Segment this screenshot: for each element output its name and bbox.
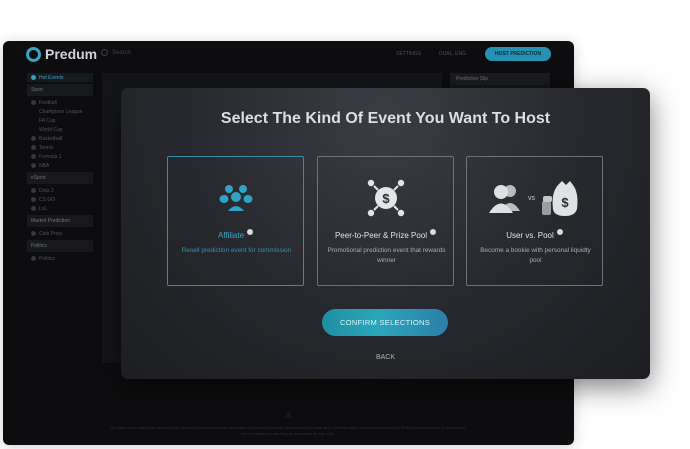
sidebar-item-label: Basketball — [39, 135, 63, 142]
option-title-text: Peer-to-Peer & Prize Pool — [334, 231, 428, 240]
sidebar-item-dota-2[interactable]: Dota 2 — [27, 186, 93, 195]
tennis-icon — [31, 145, 36, 150]
top-bar: Predum Search SETTINGS DUAL, ENG HOST PR… — [3, 41, 574, 69]
sidebar-item-formula-1[interactable]: Formula 1 — [27, 152, 93, 161]
search-icon — [101, 49, 108, 56]
sidebar-item-hot-events[interactable]: Hot Events — [27, 73, 93, 82]
sidebar-item-label: LoL — [39, 205, 48, 212]
nba-icon — [31, 163, 36, 168]
info-icon[interactable] — [430, 229, 437, 235]
sidebar-heading-politics: Politics — [27, 240, 93, 252]
confirm-selections-button[interactable]: CONFIRM SELECTIONS — [322, 309, 448, 336]
warning-icon: ⚠ — [285, 411, 293, 420]
users-icon — [489, 185, 520, 213]
sidebar-item-champions-league[interactable]: Champions League — [27, 107, 93, 116]
option-title: Affiliate — [168, 229, 303, 240]
sidebar-item-politics[interactable]: Politics — [27, 254, 93, 263]
sidebar-item-world-cup[interactable]: World Cup — [27, 125, 93, 134]
option-title-text: Affiliate — [217, 231, 245, 240]
sidebar-item-label: Formula 1 — [39, 153, 62, 160]
option-card-peer-to-peer[interactable]: $ Peer-to-Peer & Prize Pool Promotional … — [317, 156, 454, 286]
moneybag-icon: $ — [542, 181, 578, 216]
sidebar-item-label: Politics — [39, 255, 55, 262]
wallet-link[interactable]: DUAL, ENG — [439, 51, 466, 57]
option-title: User vs. Pool — [467, 229, 602, 240]
lol-icon — [31, 206, 36, 211]
sidebar-item-tennis[interactable]: Tennis — [27, 143, 93, 152]
sidebar-item-basketball[interactable]: Basketball — [27, 134, 93, 143]
sidebar-heading-sport: Sport — [27, 84, 93, 96]
logo[interactable]: Predum — [26, 46, 97, 62]
settings-link[interactable]: SETTINGS — [396, 51, 421, 57]
info-icon[interactable] — [556, 229, 563, 235]
logo-mark-icon — [26, 46, 41, 62]
search-input[interactable]: Search — [101, 49, 131, 56]
coin-network-icon: $ — [318, 177, 453, 219]
option-card-user-vs-pool[interactable]: vs $ User vs. Pool Become a bookie with … — [466, 156, 603, 286]
sidebar-item-football[interactable]: Football — [27, 98, 93, 107]
top-links: SETTINGS DUAL, ENG — [396, 51, 466, 57]
racing-icon — [31, 154, 36, 159]
sidebar-item-label: Football — [39, 99, 57, 106]
sidebar-item-fa-cup[interactable]: FA Cup — [27, 116, 93, 125]
footer-disclaimer: All bettors must confirm the wagering an… — [110, 426, 466, 436]
fire-icon — [31, 75, 36, 80]
option-description: Become a bookie with personal liquidty p… — [480, 247, 591, 264]
sidebar-item-coin-price[interactable]: Coin Price — [27, 229, 93, 238]
sidebar-item-label: CS:GO — [39, 196, 56, 203]
sidebar-heading-esport: eSport — [27, 172, 93, 184]
sidebar-item-label: Champions League — [39, 108, 83, 115]
modal-title: Select The Kind Of Event You Want To Hos… — [220, 110, 551, 127]
option-card-affiliate[interactable]: Affiliate Resell prediction event for co… — [167, 156, 304, 286]
chart-icon — [31, 231, 36, 236]
info-icon[interactable] — [247, 229, 254, 235]
sidebar-heading-market-prediction: Market Prediction — [27, 215, 93, 227]
host-prediction-button[interactable]: HOST PREDICTION — [485, 47, 551, 61]
sidebar-item-label: World Cup — [39, 126, 63, 133]
sidebar-item-csgo[interactable]: CS:GO — [27, 195, 93, 204]
option-title: Peer-to-Peer & Prize Pool — [318, 229, 453, 240]
football-icon — [31, 100, 36, 105]
basketball-icon — [31, 136, 36, 141]
option-description: Resell prediction event for commission — [181, 247, 292, 254]
group-icon — [168, 177, 303, 219]
option-description: Promotional prediction event that reward… — [327, 247, 446, 264]
sidebar-item-lol[interactable]: LoL — [27, 204, 93, 213]
dota-icon — [31, 188, 36, 193]
sidebar-item-label: NBA — [39, 162, 50, 169]
sidebar-item-label: FA Cup — [39, 117, 56, 124]
svg-text:$: $ — [561, 195, 569, 210]
back-link[interactable]: BACK — [121, 354, 650, 361]
csgo-icon — [31, 197, 36, 202]
politics-icon — [31, 256, 36, 261]
sidebar-item-label: Tennis — [39, 144, 54, 151]
host-event-modal: Select The Kind Of Event You Want To Hos… — [121, 88, 650, 379]
sidebar-item-label: Dota 2 — [39, 187, 54, 194]
svg-text:$: $ — [382, 191, 390, 206]
vs-label: vs — [528, 194, 535, 202]
sidebar-item-label: Coin Price — [39, 230, 63, 237]
search-placeholder: Search — [112, 49, 132, 56]
sidebar: Hot Events Sport Football Champions Leag… — [27, 73, 93, 263]
option-title-text: User vs. Pool — [506, 231, 554, 240]
sidebar-item-nba[interactable]: NBA — [27, 161, 93, 170]
logo-text: Predum — [45, 46, 98, 62]
users-vs-moneybag-icon: vs $ — [467, 177, 602, 219]
sidebar-item-label: Hot Events — [39, 74, 64, 81]
prediction-slip-title: Prediction Slip — [450, 73, 550, 85]
